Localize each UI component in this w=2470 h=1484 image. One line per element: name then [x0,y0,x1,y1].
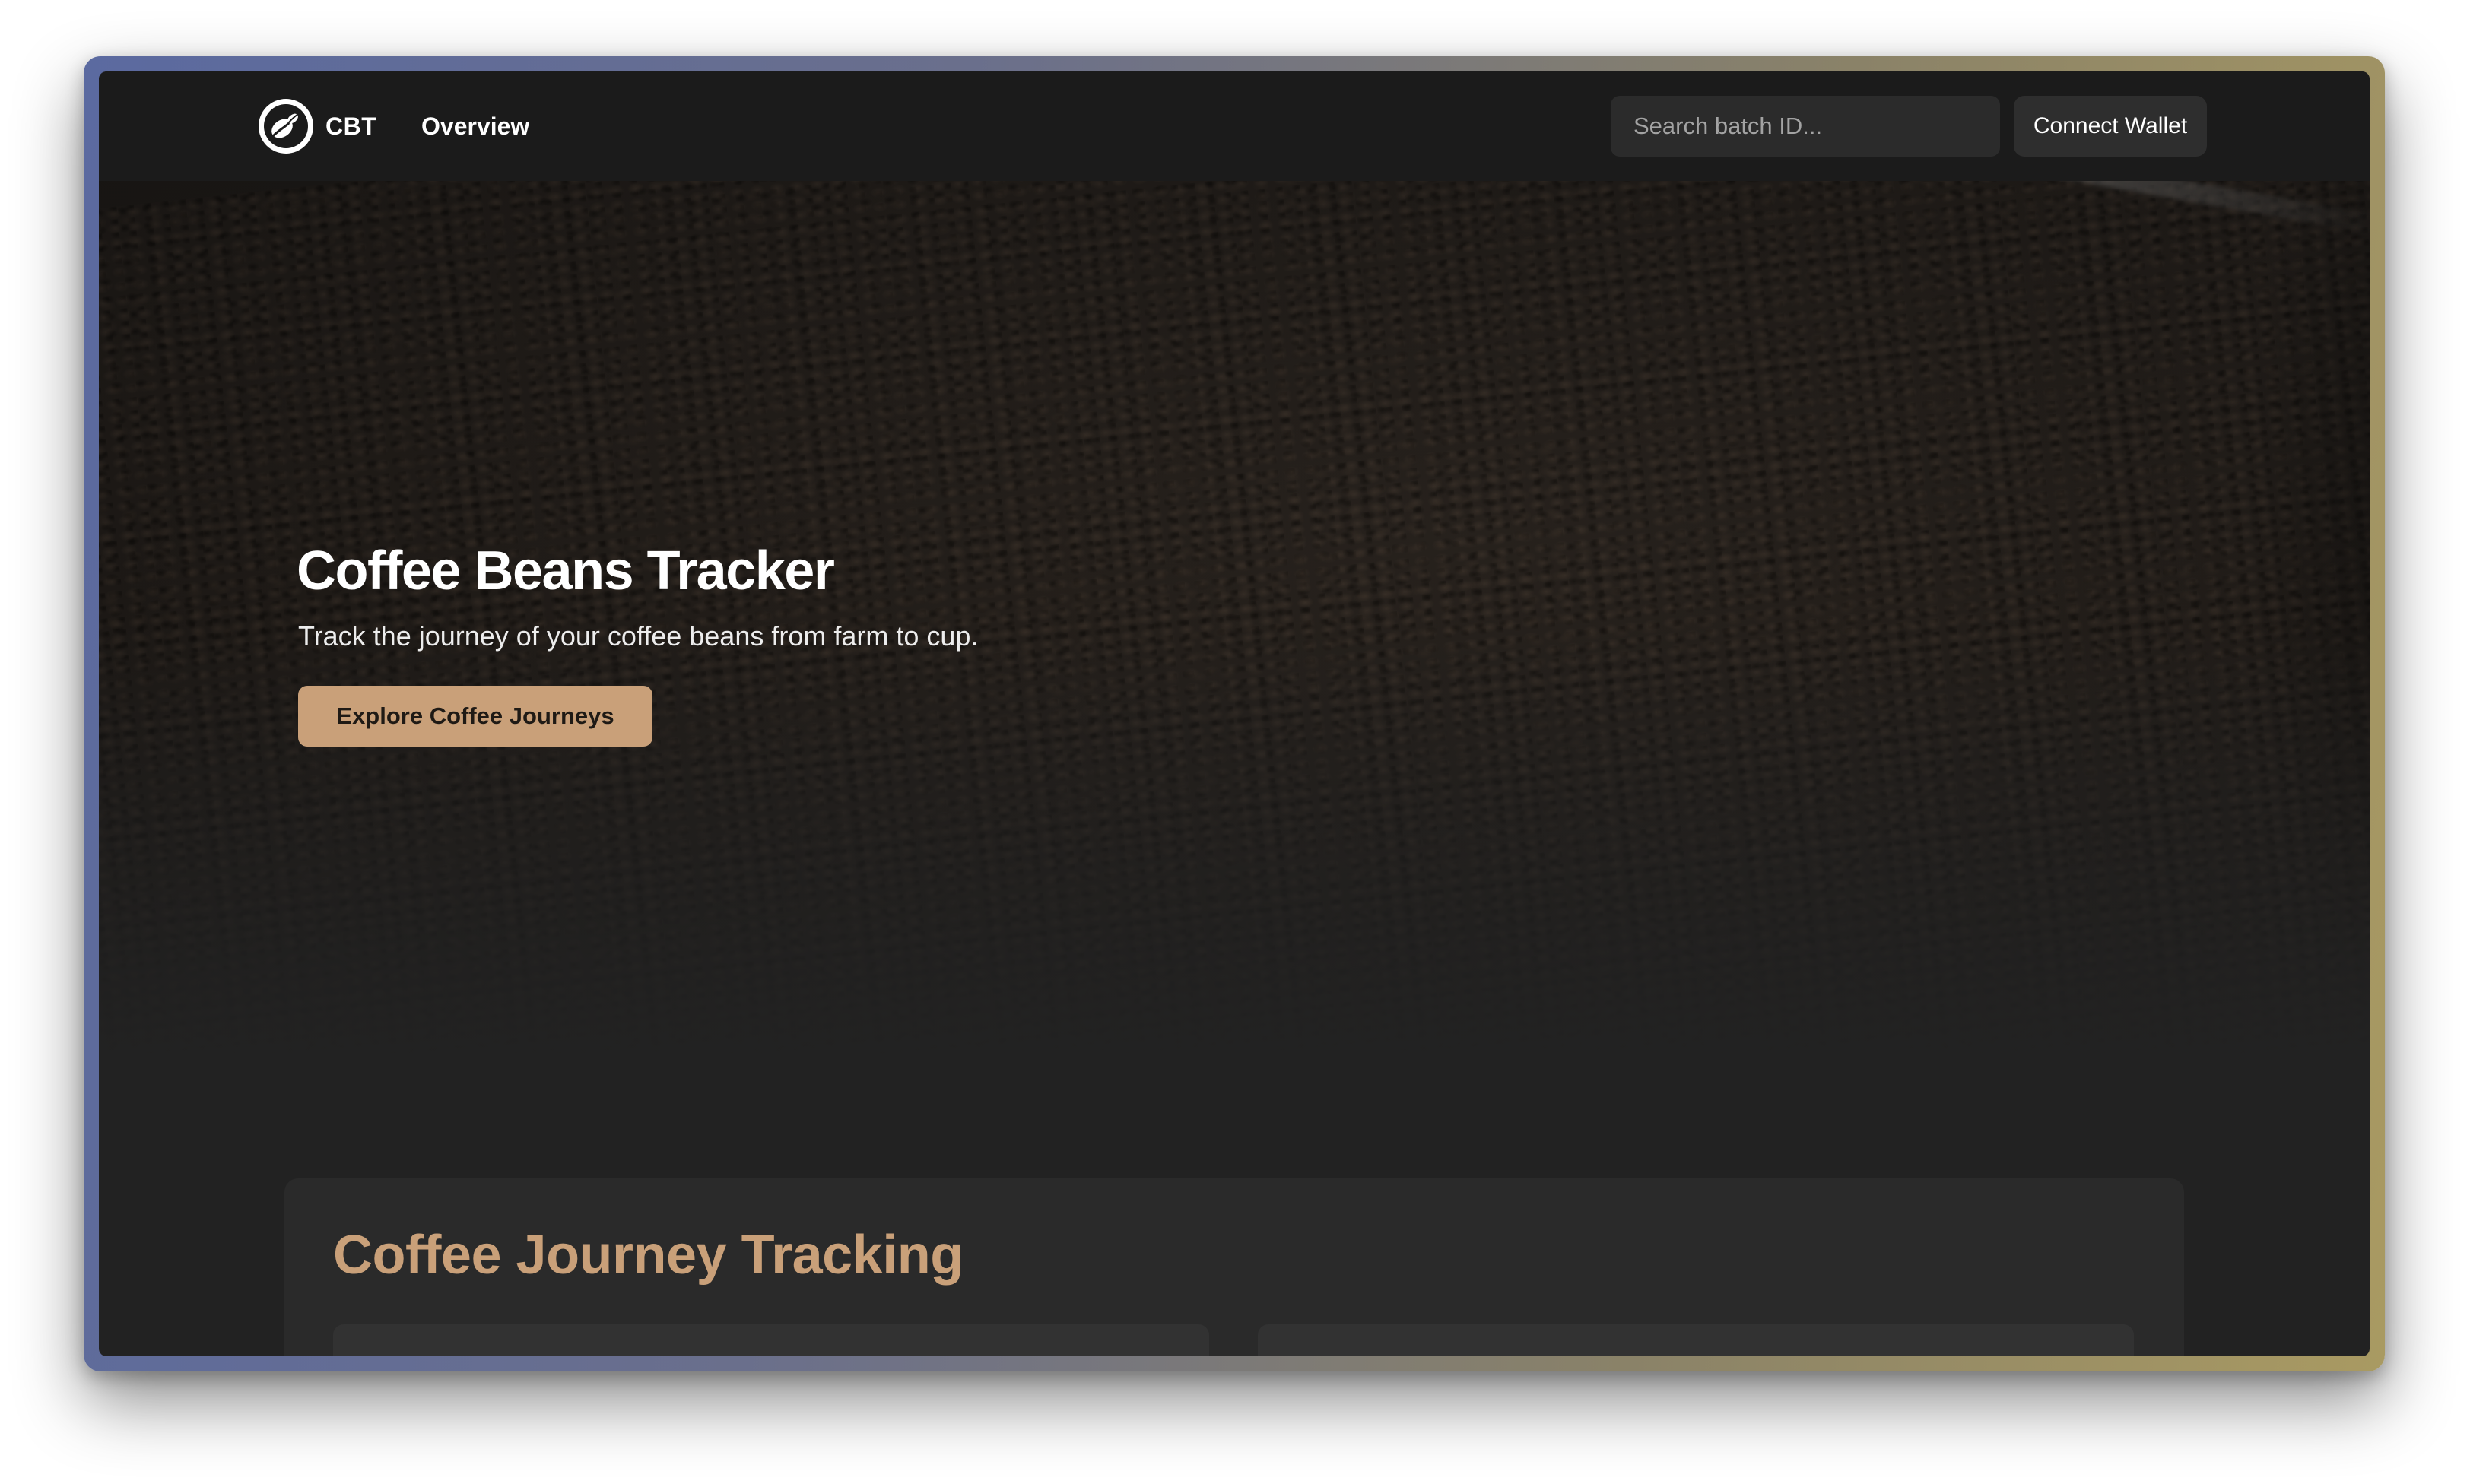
brand-name: CBT [325,112,377,140]
coffee-bean-icon [259,99,313,154]
top-navbar: CBT Overview Connect Wallet [99,71,2370,181]
batch-search-input[interactable] [1611,96,2000,157]
tracking-panel-left [333,1324,1209,1356]
hero-subtitle: Track the journey of your coffee beans f… [298,620,979,652]
tracking-section-title: Coffee Journey Tracking [333,1225,964,1286]
explore-journeys-button[interactable]: Explore Coffee Journeys [298,686,652,747]
brand-logo-link[interactable]: CBT [259,99,376,154]
nav-link-overview[interactable]: Overview [421,99,529,154]
journey-tracking-card: Coffee Journey Tracking [284,1178,2184,1356]
browser-window-frame: CBT Overview Connect Wallet Coffee Beans… [84,56,2385,1371]
hero-title: Coffee Beans Tracker [297,541,835,601]
app-viewport: CBT Overview Connect Wallet Coffee Beans… [99,71,2370,1356]
tracking-panel-right [1258,1324,2134,1356]
connect-wallet-button[interactable]: Connect Wallet [2014,96,2207,157]
hero-section: Coffee Beans Tracker Track the journey o… [99,181,2370,1072]
